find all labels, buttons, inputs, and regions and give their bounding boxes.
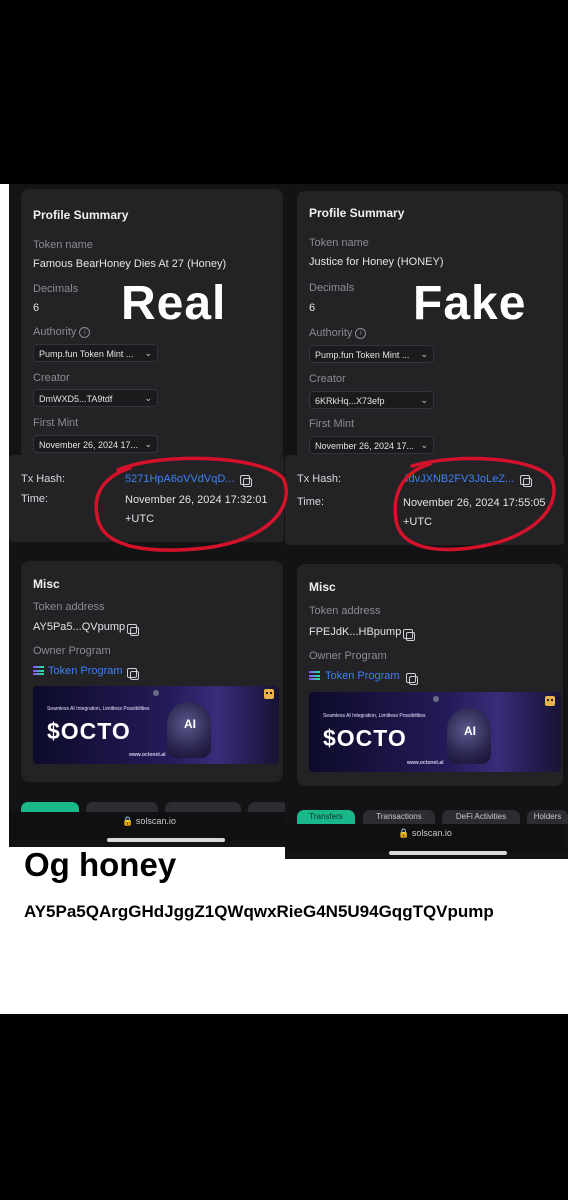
screenshot-real: Profile Summary Token name Famous BearHo… bbox=[9, 184, 287, 847]
banner-url: www.octonet.ai bbox=[129, 752, 166, 758]
copy-icon[interactable] bbox=[127, 624, 139, 636]
tab-defi-activities[interactable]: DeFi Activities bbox=[442, 810, 520, 824]
banner-title: $OCTO bbox=[323, 725, 407, 751]
first-mint-label: First Mint bbox=[309, 418, 355, 430]
authority-label-text: Authority bbox=[309, 327, 353, 339]
robot-ai-badge: AI bbox=[184, 717, 196, 731]
chevron-down-icon: ⌄ bbox=[144, 348, 152, 358]
decimals-label: Decimals bbox=[309, 282, 355, 294]
card-title: Profile Summary bbox=[309, 206, 405, 220]
copy-icon[interactable] bbox=[520, 475, 532, 487]
tx-card: Tx Hash: JdvJXNB2FV3JoLeZ... Time: Novem… bbox=[285, 455, 564, 545]
card-title: Misc bbox=[309, 580, 336, 594]
decimals-value: 6 bbox=[309, 302, 316, 314]
token-address-label: Token address bbox=[33, 601, 105, 613]
solana-icon bbox=[33, 666, 44, 675]
token-name-value: Famous BearHoney Dies At 27 (Honey) bbox=[33, 258, 227, 270]
creator-select[interactable]: DmWXD5...TA9tdf ⌄ bbox=[33, 389, 158, 407]
token-name-label: Token name bbox=[33, 239, 93, 251]
url-bar[interactable]: 🔒 solscan.io bbox=[285, 824, 565, 852]
overlay-label-fake: Fake bbox=[413, 277, 527, 330]
caption-address: AY5Pa5QArgGHdJggZ1QWqwxRieG4N5U94GqgTQVp… bbox=[24, 902, 494, 921]
overlay-label-real: Real bbox=[121, 277, 227, 330]
url-bar[interactable]: 🔒 solscan.io bbox=[9, 812, 287, 840]
time-label: Time: bbox=[297, 496, 325, 508]
copy-icon[interactable] bbox=[240, 475, 252, 487]
tx-hash-link[interactable]: 5271HpA6oVVdVqD... bbox=[125, 473, 237, 485]
token-address-value[interactable]: FPEJdK...HBpump bbox=[309, 626, 401, 638]
solana-icon bbox=[309, 671, 320, 680]
chevron-down-icon: ⌄ bbox=[144, 393, 152, 403]
tab-holders[interactable]: Holders bbox=[527, 810, 568, 824]
tx-hash-label: Tx Hash: bbox=[297, 473, 342, 485]
chevron-down-icon: ⌄ bbox=[420, 349, 428, 359]
token-name-label: Token name bbox=[309, 237, 369, 249]
token-name-value: Justice for Honey (HONEY) bbox=[309, 256, 444, 268]
banner-url: www.octonet.ai bbox=[407, 760, 444, 766]
tx-hash-label: Tx Hash: bbox=[21, 473, 66, 485]
copy-icon[interactable] bbox=[127, 668, 139, 680]
owner-program-label: Owner Program bbox=[309, 650, 387, 662]
chevron-down-icon: ⌄ bbox=[420, 440, 428, 450]
authority-value: Pump.fun Token Mint ... bbox=[315, 350, 410, 360]
orb-icon bbox=[433, 696, 439, 702]
card-title: Profile Summary bbox=[33, 208, 129, 222]
creator-label: Creator bbox=[33, 372, 70, 384]
misc-card: Misc Token address FPEJdK...HBpump Owner… bbox=[297, 564, 563, 786]
home-indicator bbox=[107, 838, 225, 842]
authority-select[interactable]: Pump.fun Token Mint ... ⌄ bbox=[309, 345, 434, 363]
token-address-label: Token address bbox=[309, 605, 381, 617]
octo-ad-banner[interactable]: Seamless AI Integration, Limitless Possi… bbox=[309, 692, 561, 772]
authority-value: Pump.fun Token Mint ... bbox=[39, 349, 134, 359]
decimals-value: 6 bbox=[33, 302, 40, 314]
owner-program-label: Owner Program bbox=[33, 645, 111, 657]
first-mint-select[interactable]: November 26, 2024 17... ⌄ bbox=[33, 435, 158, 453]
creator-value: DmWXD5...TA9tdf bbox=[39, 394, 113, 404]
misc-card: Misc Token address AY5Pa5...QVpump Owner… bbox=[21, 561, 283, 782]
first-mint-value: November 26, 2024 17... bbox=[39, 440, 139, 450]
banner-tagline: Seamless AI Integration, Limitless Possi… bbox=[47, 706, 150, 712]
url-text: solscan.io bbox=[135, 816, 176, 826]
tx-time-value: November 26, 2024 17:55:05 +UTC bbox=[403, 497, 546, 528]
authority-select[interactable]: Pump.fun Token Mint ... ⌄ bbox=[33, 344, 158, 362]
owner-program-link[interactable]: Token Program bbox=[48, 665, 123, 677]
octo-ad-banner[interactable]: Seamless AI Integration, Limitless Possi… bbox=[33, 686, 279, 764]
chevron-down-icon: ⌄ bbox=[144, 439, 152, 449]
creator-value: 6KRkHq...X73efp bbox=[315, 396, 385, 406]
first-mint-value: November 26, 2024 17... bbox=[315, 441, 415, 451]
tx-time-value: November 26, 2024 17:32:01 +UTC bbox=[125, 494, 268, 525]
tab-transfers[interactable]: Transfers bbox=[297, 810, 355, 824]
home-indicator bbox=[389, 851, 507, 855]
info-icon[interactable]: i bbox=[355, 327, 367, 339]
emoji-face-icon bbox=[264, 689, 274, 699]
decimals-label: Decimals bbox=[33, 283, 79, 295]
token-address-value[interactable]: AY5Pa5...QVpump bbox=[33, 621, 125, 633]
authority-label: Authority i bbox=[309, 327, 367, 339]
tab-transactions[interactable]: Transactions bbox=[363, 810, 435, 824]
first-mint-select[interactable]: November 26, 2024 17... ⌄ bbox=[309, 436, 434, 454]
owner-program-link[interactable]: Token Program bbox=[325, 670, 400, 682]
authority-label: Authority i bbox=[33, 326, 91, 338]
creator-select[interactable]: 6KRkHq...X73efp ⌄ bbox=[309, 391, 434, 409]
first-mint-label: First Mint bbox=[33, 417, 79, 429]
time-label: Time: bbox=[21, 493, 49, 505]
creator-label: Creator bbox=[309, 373, 346, 385]
card-title: Misc bbox=[33, 577, 60, 591]
caption-title: Og honey bbox=[24, 846, 177, 883]
banner-title: $OCTO bbox=[47, 718, 131, 744]
robot-ai-badge: AI bbox=[464, 724, 476, 738]
url-text: solscan.io bbox=[411, 828, 452, 838]
chevron-down-icon: ⌄ bbox=[420, 395, 428, 405]
banner-tagline: Seamless AI Integration, Limitless Possi… bbox=[323, 713, 426, 719]
copy-icon[interactable] bbox=[403, 629, 415, 641]
emoji-face-icon bbox=[545, 696, 555, 706]
screenshot-fake: Profile Summary Token name Justice for H… bbox=[285, 184, 568, 859]
tx-hash-link[interactable]: JdvJXNB2FV3JoLeZ... bbox=[403, 473, 515, 485]
copy-icon[interactable] bbox=[406, 673, 418, 685]
tx-card: Tx Hash: 5271HpA6oVVdVqD... Time: Novemb… bbox=[9, 455, 284, 542]
authority-label-text: Authority bbox=[33, 326, 77, 338]
info-icon[interactable]: i bbox=[79, 326, 91, 338]
orb-icon bbox=[153, 690, 159, 696]
